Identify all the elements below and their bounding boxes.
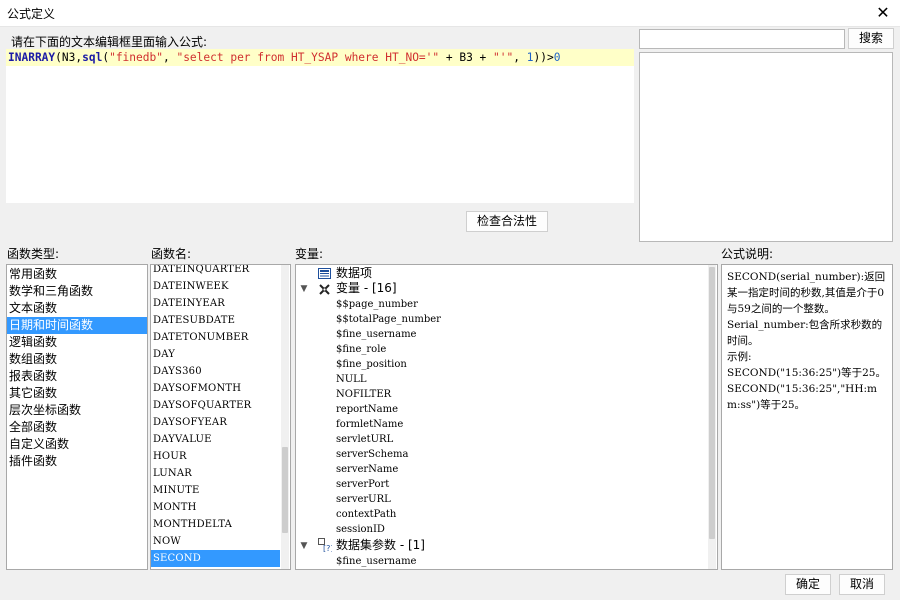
editor-label: 请在下面的文本编辑框里面输入公式: (11, 35, 208, 49)
scrollbar-thumb[interactable] (282, 447, 288, 533)
func-name-item[interactable]: HOUR (151, 448, 280, 465)
func-type-item[interactable]: 自定义函数 (7, 436, 147, 453)
func-name-item[interactable]: MONTH (151, 499, 280, 516)
description-line: SECOND("15:36:25","HH:mm:ss")等于25。 (727, 383, 877, 411)
func-name-item[interactable]: LUNAR (151, 465, 280, 482)
description-line: 示例: (727, 351, 752, 363)
variable-item[interactable]: $fine_username (336, 327, 416, 342)
func-name-item[interactable]: DAYVALUE (151, 431, 280, 448)
func-name-list[interactable]: DATEINQUARTER DATEINWEEK DATEINYEAR DATESUB… (150, 264, 291, 570)
func-name-item[interactable]: DATESUBDATE (151, 312, 280, 329)
title-bar: 公式定义 ✕ (0, 0, 900, 27)
func-name-item[interactable]: DATETONUMBER (151, 329, 280, 346)
func-name-item[interactable]: SECOND (151, 550, 280, 567)
formula-description: SECOND(serial_number):返回某一指定时间的秒数,其值是介于0… (721, 264, 893, 570)
variable-icon (318, 283, 331, 296)
func-types-label: 函数类型: (7, 247, 60, 261)
variable-item[interactable]: $$page_number (336, 297, 418, 312)
formula-code: INARRAY(N3,sql("finedb", "select per fro… (8, 51, 561, 64)
variable-item[interactable]: serverURL (336, 492, 391, 507)
dataset-param-icon: [?] (318, 538, 334, 553)
variable-item[interactable]: $fine_role (336, 342, 386, 357)
variable-group-node[interactable]: 变量 - [16] (336, 281, 397, 296)
func-name-item[interactable]: DAYSOFQUARTER (151, 397, 280, 414)
search-button[interactable]: 搜索 (848, 28, 894, 49)
func-type-item[interactable]: 数组函数 (7, 351, 147, 368)
chevron-down-icon[interactable]: ▼ (299, 282, 309, 297)
formula-desc-label: 公式说明: (721, 247, 774, 261)
variable-item[interactable]: NULL (336, 372, 366, 387)
func-name-item[interactable]: DAYSOFYEAR (151, 414, 280, 431)
description-line: SECOND(serial_number):返回某一指定时间的秒数,其值是介于0… (727, 271, 886, 315)
check-validity-button[interactable]: 检查合法性 (466, 211, 548, 232)
ok-button[interactable]: 确定 (785, 574, 831, 595)
variable-item[interactable]: serverPort (336, 477, 389, 492)
close-icon[interactable]: ✕ (872, 2, 894, 24)
func-names-label: 函数名: (151, 247, 192, 261)
variable-item[interactable]: formletName (336, 417, 403, 432)
search-input[interactable] (639, 29, 845, 49)
func-name-item[interactable]: NOW (151, 533, 280, 550)
func-name-item[interactable]: DATEINYEAR (151, 295, 280, 312)
func-type-item[interactable]: 报表函数 (7, 368, 147, 385)
search-results-panel (639, 52, 893, 242)
dataset-param-item[interactable]: $fine_username (336, 554, 416, 569)
func-type-item[interactable]: 常用函数 (7, 266, 147, 283)
func-type-item[interactable]: 日期和时间函数 (7, 317, 147, 334)
func-name-item[interactable]: DAYS360 (151, 363, 280, 380)
variables-scrollbar[interactable] (708, 265, 716, 569)
variable-item[interactable]: reportName (336, 402, 398, 417)
variable-item[interactable]: serverSchema (336, 447, 408, 462)
description-line: Serial_number:包含所求秒数的时间。 (727, 319, 883, 347)
func-type-item[interactable]: 其它函数 (7, 385, 147, 402)
variables-tree[interactable]: 数据项 ▼ 变量 - [16] $$page_number $$totalPage… (295, 264, 718, 570)
dataset-group-node[interactable]: 数据集参数 - [1] (336, 538, 425, 553)
cancel-button[interactable]: 取消 (839, 574, 885, 595)
func-name-item[interactable]: MINUTE (151, 482, 280, 499)
data-items-node[interactable]: 数据项 (336, 266, 372, 281)
variable-item[interactable]: sessionID (336, 522, 385, 537)
func-name-scrollbar[interactable] (281, 265, 289, 569)
chevron-down-icon[interactable]: ▼ (299, 539, 309, 554)
description-line: SECOND("15:36:25")等于25。 (727, 367, 886, 379)
variable-item[interactable]: serverName (336, 462, 398, 477)
variable-item[interactable]: $fine_position (336, 357, 407, 372)
data-items-icon (318, 267, 331, 280)
func-type-list[interactable]: 常用函数 数学和三角函数 文本函数 日期和时间函数 逻辑函数 数组函数 报表函数 其它函数 层次… (6, 264, 148, 570)
svg-text:[?]: [?] (323, 544, 332, 552)
func-type-item[interactable]: 全部函数 (7, 419, 147, 436)
func-name-item[interactable]: DATEINWEEK (151, 278, 280, 295)
formula-editor[interactable]: INARRAY(N3,sql("finedb", "select per fro… (6, 49, 634, 203)
func-name-item[interactable]: DAYSOFMONTH (151, 380, 280, 397)
scrollbar-thumb[interactable] (709, 267, 715, 539)
func-type-item[interactable]: 插件函数 (7, 453, 147, 470)
func-name-item[interactable]: DATEINQUARTER (151, 265, 280, 278)
func-name-item[interactable]: DAY (151, 346, 280, 363)
func-type-item[interactable]: 逻辑函数 (7, 334, 147, 351)
variable-item[interactable]: servletURL (336, 432, 393, 447)
variable-item[interactable]: $$totalPage_number (336, 312, 441, 327)
variable-item[interactable]: contextPath (336, 507, 396, 522)
variable-item[interactable]: NOFILTER (336, 387, 391, 402)
func-name-item[interactable]: MONTHDELTA (151, 516, 280, 533)
func-type-item[interactable]: 层次坐标函数 (7, 402, 147, 419)
func-type-item[interactable]: 数学和三角函数 (7, 283, 147, 300)
func-type-item[interactable]: 文本函数 (7, 300, 147, 317)
variables-label: 变量: (295, 247, 324, 261)
window-title: 公式定义 (7, 7, 56, 21)
